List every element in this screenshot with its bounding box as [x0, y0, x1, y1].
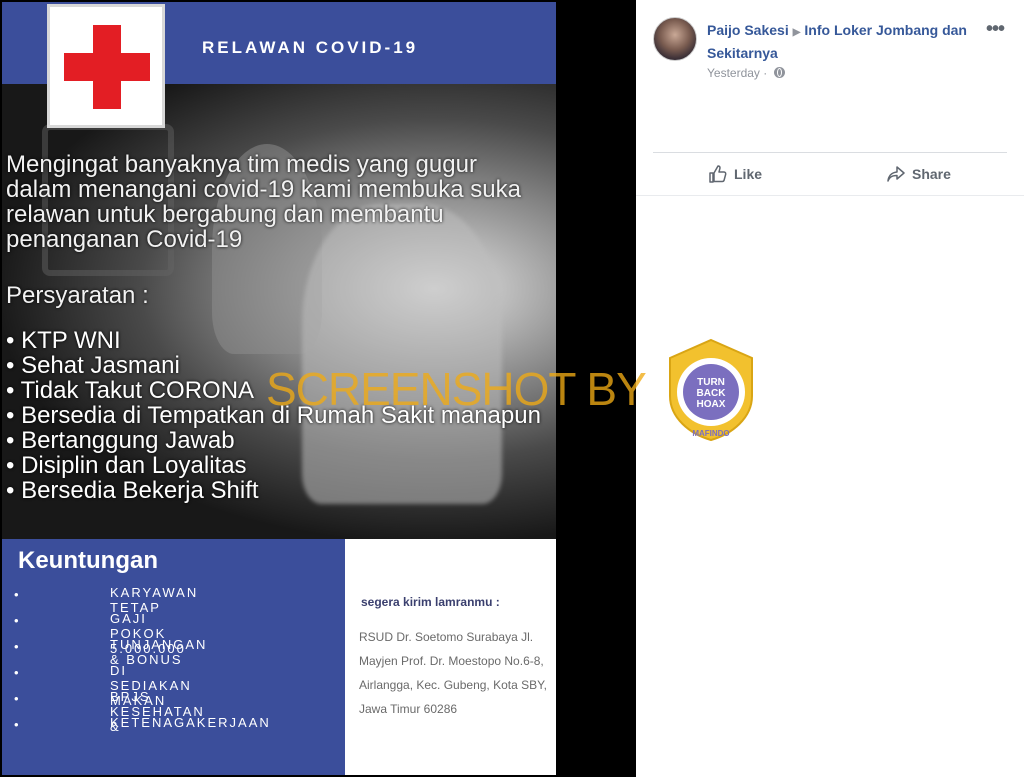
author-link[interactable]: Paijo Sakesi [707, 22, 789, 38]
svg-text:BACK: BACK [697, 388, 727, 399]
svg-text:MAFINDO: MAFINDO [692, 429, 729, 438]
globe-icon [773, 67, 785, 78]
red-cross-logo [47, 4, 165, 128]
svg-text:HOAX: HOAX [697, 399, 726, 410]
contact-heading: segera kirim lamranmu : [361, 595, 500, 609]
requirement-item: Bersedia Bekerja Shift [6, 478, 541, 503]
meta-separator: · [763, 66, 768, 80]
poster-intro-text: Mengingat banyaknya tim medis yang gugur… [6, 151, 521, 253]
divider [636, 195, 1024, 196]
post-timestamp[interactable]: Yesterday [707, 66, 760, 80]
requirement-item: Bertanggung Jawab [6, 428, 541, 453]
avatar[interactable] [653, 17, 697, 61]
watermark-text: SCREENSHOT BY [266, 363, 647, 415]
thumbs-up-icon [709, 165, 727, 183]
share-button[interactable]: Share [886, 164, 951, 184]
more-icon[interactable]: ••• [986, 18, 1005, 41]
share-arrow-icon [887, 166, 905, 182]
post-meta: Yesterday · [707, 66, 785, 80]
like-button[interactable]: Like [708, 164, 762, 184]
svg-text:TURN: TURN [697, 377, 725, 388]
requirement-item: KTP WNI [6, 328, 541, 353]
requirements-title: Persyaratan : [6, 282, 149, 309]
benefits-panel: Keuntungan • KARYAWAN TETAP • GAJI POKOK 5… [2, 539, 345, 775]
contact-panel: segera kirim lamranmu : RSUD Dr. Soetomo… [345, 539, 556, 775]
divider [653, 152, 1007, 153]
benefits-title: Keuntungan [18, 547, 158, 574]
contact-address: RSUD Dr. Soetomo Surabaya Jl. Mayjen Pro… [359, 630, 547, 716]
post-header: Paijo Sakesi ▶ Info Loker Jombang dan Seki… [707, 20, 987, 64]
requirement-item: Disiplin dan Loyalitas [6, 453, 541, 478]
turnbackhoax-seal-icon: TURN BACK HOAX MAFINDO [669, 338, 753, 442]
poster-title: RELAWAN COVID-19 [202, 38, 419, 57]
caret-right-icon: ▶ [792, 27, 801, 38]
